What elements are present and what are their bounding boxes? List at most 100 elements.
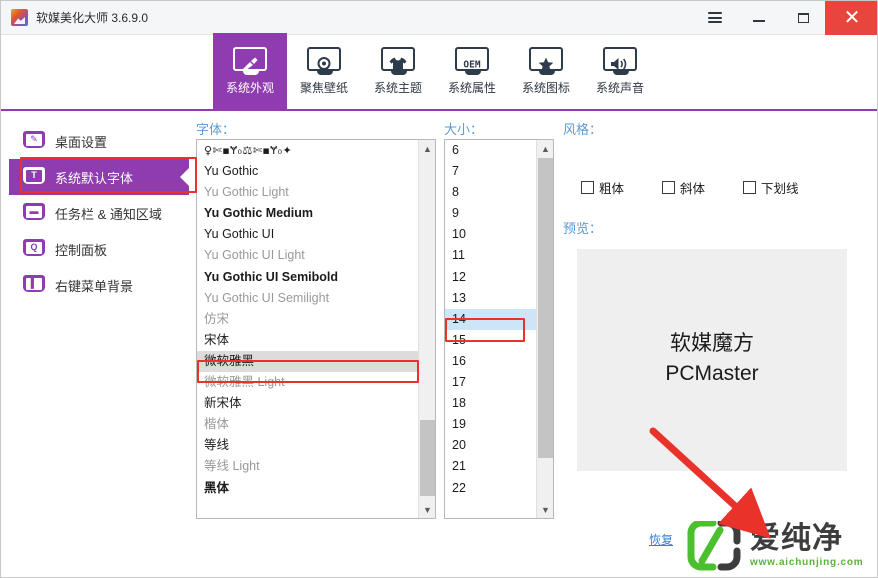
maximize-icon [798, 13, 809, 23]
font-list-item[interactable]: 楷体 [197, 414, 418, 435]
checkbox-label: 粗体 [599, 178, 624, 197]
size-list-item[interactable]: 13 [445, 288, 536, 309]
scroll-down-icon[interactable]: ▼ [537, 501, 554, 518]
scroll-up-icon[interactable]: ▲ [537, 140, 554, 157]
restore-link[interactable]: 恢复 [649, 531, 673, 548]
context-menu-icon: ▌ [23, 275, 45, 295]
checkbox-box-icon[interactable] [662, 181, 675, 194]
preview-panel-label: 预览： [563, 218, 602, 237]
tab-system-appearance[interactable]: 系统外观 [213, 33, 287, 109]
font-list-item[interactable]: Yu Gothic UI Semilight [197, 288, 418, 309]
size-list-scroll-thumb[interactable] [538, 158, 553, 458]
minimize-button[interactable] [737, 1, 781, 35]
checkbox-underline[interactable]: 下划线 [743, 178, 799, 197]
taskbar-icon: ▬ [23, 203, 45, 223]
font-list-item[interactable]: 仿宋 [197, 309, 418, 330]
size-column-label: 大小： [444, 119, 483, 138]
brush-screen-icon [233, 47, 267, 75]
size-list[interactable]: 6 7 8 9 10 11 12 13 14 15 16 17 18 19 20… [444, 139, 554, 519]
window-title: 软媒美化大师 3.6.9.0 [36, 9, 148, 26]
font-list-item[interactable]: Yu Gothic UI Semibold [197, 267, 418, 288]
checkbox-bold[interactable]: 粗体 [581, 178, 624, 197]
size-list-item[interactable]: 8 [445, 182, 536, 203]
size-list-item[interactable]: 21 [445, 456, 536, 477]
font-list-item[interactable]: 宋体 [197, 330, 418, 351]
tab-label: 系统图标 [522, 79, 570, 96]
font-list-item[interactable]: 黑体 [197, 478, 418, 499]
checkbox-box-icon[interactable] [581, 181, 594, 194]
size-list-item-selected[interactable]: 14 [445, 309, 536, 330]
font-list-scrollbar[interactable]: ▲ ▼ [418, 140, 435, 518]
tab-system-sounds[interactable]: 系统声音 [583, 33, 657, 109]
sidebar-item-taskbar-notification[interactable]: ▬ 任务栏 & 通知区域 [9, 195, 189, 231]
size-list-item[interactable]: 12 [445, 267, 536, 288]
size-list-item[interactable]: 20 [445, 435, 536, 456]
size-list-rows: 6 7 8 9 10 11 12 13 14 15 16 17 18 19 20… [445, 140, 536, 518]
app-logo-icon [11, 9, 28, 26]
font-list-item[interactable]: Yu Gothic Light [197, 182, 418, 203]
size-list-item[interactable]: 11 [445, 245, 536, 266]
size-list-item[interactable]: 16 [445, 351, 536, 372]
speaker-glyph [610, 57, 630, 71]
size-list-item[interactable]: 15 [445, 330, 536, 351]
font-list-item[interactable]: Yu Gothic Medium [197, 203, 418, 224]
size-list-item[interactable]: 22 [445, 478, 536, 499]
checkbox-label: 下划线 [761, 178, 799, 197]
size-list-item[interactable]: 18 [445, 393, 536, 414]
font-list-item[interactable]: ♀✄▪Ɏ₀⚖✄▪Ɏ₀✦ [197, 140, 418, 161]
font-list-scroll-thumb[interactable] [420, 420, 435, 496]
size-list-scrollbar[interactable]: ▲ ▼ [536, 140, 553, 518]
close-button[interactable]: ✕ [825, 1, 878, 35]
font-list-item[interactable]: 新宋体 [197, 393, 418, 414]
target-glyph [316, 57, 332, 71]
size-list-item[interactable]: 17 [445, 372, 536, 393]
font-list-item[interactable]: 微软雅黑 Light [197, 372, 418, 393]
font-list-item[interactable]: 等线 Light [197, 456, 418, 477]
aichunjing-logo-icon [687, 521, 741, 571]
tab-label: 系统属性 [448, 79, 496, 96]
font-list-item-selected[interactable]: 微软雅黑 [197, 351, 418, 372]
minimize-icon [753, 20, 765, 22]
checkbox-box-icon[interactable] [743, 181, 756, 194]
watermark-brand: 爱纯净 [750, 524, 863, 554]
shirt-glyph [389, 57, 407, 71]
watermark-text: 爱纯净 www.aichunjing.com [750, 524, 863, 568]
checkbox-italic[interactable]: 斜体 [662, 178, 705, 197]
font-list-rows: ♀✄▪Ɏ₀⚖✄▪Ɏ₀✦ Yu Gothic Yu Gothic Light Yu… [197, 140, 418, 518]
tab-system-properties[interactable]: OEM 系统属性 [435, 33, 509, 109]
oem-glyph: OEM [460, 57, 484, 71]
oem-screen-icon: OEM [455, 47, 489, 75]
preview-line-en: PCMaster [577, 359, 847, 389]
sidebar-item-label: 控制面板 [55, 240, 107, 259]
main-toolbar: 系统外观 聚焦壁纸 系统主题 [1, 35, 878, 111]
window-controls: ✕ [693, 1, 878, 35]
size-list-item[interactable]: 6 [445, 140, 536, 161]
tab-system-icons[interactable]: 系统图标 [509, 33, 583, 109]
font-list-item[interactable]: Yu Gothic UI Light [197, 245, 418, 266]
style-panel-label: 风格： [563, 119, 602, 138]
tab-spotlight-wallpaper[interactable]: 聚焦壁纸 [287, 33, 361, 109]
svg-text:OEM: OEM [463, 59, 480, 70]
size-list-item[interactable]: 7 [445, 161, 536, 182]
sidebar-item-context-menu-background[interactable]: ▌ 右键菜单背景 [9, 267, 189, 303]
close-icon: ✕ [844, 8, 861, 28]
tab-system-theme[interactable]: 系统主题 [361, 33, 435, 109]
maximize-button[interactable] [781, 1, 825, 35]
font-list-item[interactable]: 等线 [197, 435, 418, 456]
size-list-item[interactable]: 19 [445, 414, 536, 435]
size-list-item[interactable]: 10 [445, 224, 536, 245]
sidebar-item-control-panel[interactable]: Q 控制面板 [9, 231, 189, 267]
size-list-item[interactable]: 9 [445, 203, 536, 224]
font-list-item[interactable]: Yu Gothic [197, 161, 418, 182]
sidebar-item-desktop-settings[interactable]: ✎ 桌面设置 [9, 123, 189, 159]
scroll-up-icon[interactable]: ▲ [419, 140, 436, 157]
font-column-label: 字体： [196, 119, 235, 138]
shirt-screen-icon [381, 47, 415, 75]
tab-label: 系统主题 [374, 79, 422, 96]
sidebar-item-system-default-font[interactable]: T 系统默认字体 [9, 159, 189, 195]
menu-hamburger-button[interactable] [693, 1, 737, 35]
scroll-down-icon[interactable]: ▼ [419, 501, 436, 518]
font-preview-box: 软媒魔方 PCMaster [577, 249, 847, 471]
font-list-item[interactable]: Yu Gothic UI [197, 224, 418, 245]
font-list[interactable]: ♀✄▪Ɏ₀⚖✄▪Ɏ₀✦ Yu Gothic Yu Gothic Light Yu… [196, 139, 436, 519]
